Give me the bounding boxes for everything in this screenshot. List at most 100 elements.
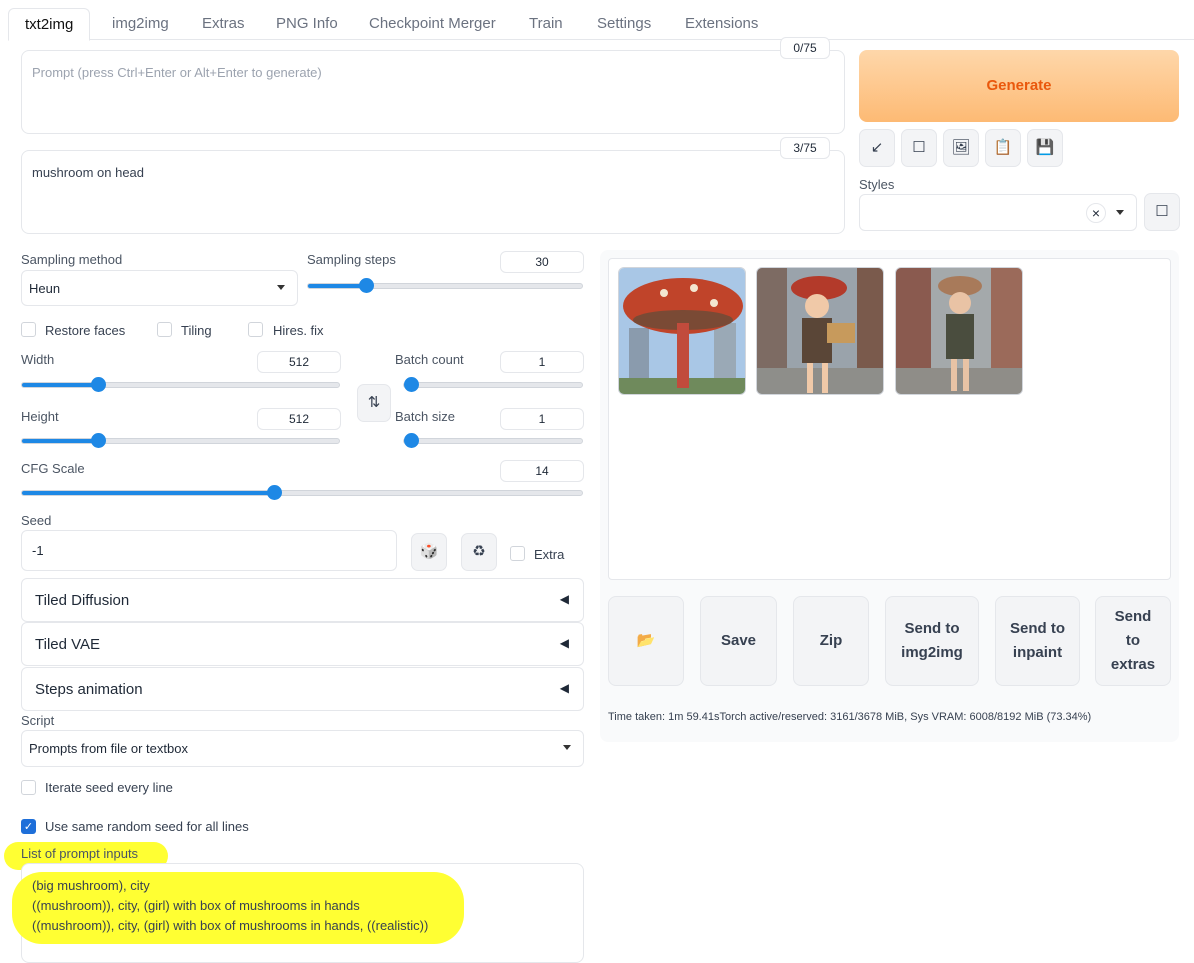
script-value: Prompts from file or textbox — [29, 741, 188, 756]
height-slider[interactable] — [21, 433, 340, 448]
hires-fix-checkbox[interactable] — [248, 322, 263, 337]
prompt-line: (big mushroom), city — [32, 878, 150, 893]
slider-thumb[interactable] — [358, 278, 374, 293]
slider-thumb[interactable] — [404, 433, 419, 448]
generate-button[interactable]: Generate — [859, 50, 1179, 122]
dice-icon: 🎲 — [419, 543, 439, 560]
styles-dropdown[interactable]: × — [859, 194, 1137, 231]
extra-seed-checkbox[interactable] — [510, 546, 525, 561]
sampling-method-label: Sampling method — [21, 252, 123, 267]
extra-seed-label: Extra — [534, 547, 565, 562]
batch-size-slider[interactable] — [403, 433, 583, 448]
swap-dimensions-button[interactable]: ⇅ — [357, 384, 391, 422]
prompt-line: ((mushroom)), city, (girl) with box of m… — [32, 918, 429, 933]
sampling-method-dropdown[interactable]: Heun — [21, 270, 298, 306]
square-icon: ☐ — [1155, 203, 1169, 220]
accordion-title: Tiled VAE — [35, 636, 101, 653]
restore-faces-checkbox[interactable] — [21, 322, 36, 337]
reuse-seed-button[interactable]: ♻ — [461, 533, 497, 571]
tab-txt2img[interactable]: txt2img — [8, 8, 91, 41]
swap-icon: ⇅ — [367, 394, 381, 411]
gallery-image-mushroom-city[interactable] — [618, 267, 746, 395]
accordion-title: Steps animation — [35, 681, 143, 698]
iterate-seed-label: Iterate seed every line — [45, 780, 173, 795]
prompt-line: ((mushroom)), city, (girl) with box of m… — [32, 898, 360, 913]
batch-count-slider[interactable] — [403, 377, 583, 392]
width-label: Width — [21, 352, 55, 367]
script-label: Script — [21, 713, 55, 728]
chevron-down-icon — [277, 285, 285, 290]
same-seed-checkbox[interactable]: ✓ — [21, 819, 36, 834]
save-button[interactable]: Save — [700, 596, 777, 686]
batch-count-label: Batch count — [395, 352, 464, 367]
save-icon: 💾 — [1035, 139, 1055, 156]
read-params-button[interactable]: ↙ — [859, 129, 895, 167]
seed-input[interactable]: -1 — [21, 530, 397, 571]
clear-icon[interactable]: × — [1086, 203, 1106, 223]
iterate-seed-checkbox[interactable] — [21, 780, 36, 795]
negative-prompt-input[interactable]: mushroom on head — [21, 150, 845, 234]
chevron-down-icon — [563, 745, 571, 750]
tab-checkpoint-merger[interactable]: Checkpoint Merger — [367, 8, 498, 40]
slider-thumb[interactable] — [267, 485, 282, 500]
hires-fix-label: Hires. fix — [273, 323, 324, 338]
accordion-title: Tiled Diffusion — [35, 592, 130, 609]
square-icon: ☐ — [912, 139, 926, 156]
triangle-left-icon: ◀ — [559, 681, 569, 695]
prompt-input[interactable]: Prompt (press Ctrl+Enter or Alt+Enter to… — [21, 50, 845, 134]
batch-size-input[interactable]: 1 — [500, 408, 584, 430]
sampling-method-value: Heun — [29, 281, 61, 296]
negative-prompt-token-counter: 3/75 — [780, 137, 830, 159]
gallery-image-girl-1[interactable] — [756, 267, 884, 395]
open-folder-button[interactable]: 📂 — [608, 596, 684, 686]
slider-thumb[interactable] — [91, 433, 107, 448]
apply-style-button[interactable]: 📋 — [985, 129, 1021, 167]
sampling-steps-input[interactable]: 30 — [500, 251, 584, 273]
styles-label: Styles — [859, 177, 895, 192]
height-input[interactable]: 512 — [257, 408, 341, 430]
cfg-scale-slider[interactable] — [21, 485, 583, 500]
zip-button[interactable]: Zip — [793, 596, 869, 686]
accordion-steps-animation[interactable]: Steps animation ◀ — [21, 667, 584, 711]
tab-settings[interactable]: Settings — [595, 8, 653, 40]
tab-extensions[interactable]: Extensions — [683, 8, 760, 40]
prompt-token-counter: 0/75 — [780, 37, 830, 59]
same-seed-label: Use same random seed for all lines — [45, 819, 249, 834]
seed-label: Seed — [21, 513, 52, 528]
gallery-image-girl-2[interactable] — [895, 267, 1023, 395]
save-style-button[interactable]: 💾 — [1027, 129, 1063, 167]
slider-thumb[interactable] — [91, 377, 107, 392]
picture-icon: 🖼 — [951, 139, 971, 156]
tab-img2img[interactable]: img2img — [110, 8, 171, 40]
accordion-tiled-diffusion[interactable]: Tiled Diffusion ◀ — [21, 578, 584, 622]
script-dropdown[interactable]: Prompts from file or textbox — [21, 730, 584, 767]
extra-networks-button[interactable]: 🖼 — [943, 129, 979, 167]
clear-prompt-button[interactable]: ☐ — [901, 129, 937, 167]
refresh-styles-button[interactable]: ☐ — [1144, 193, 1180, 231]
chevron-down-icon — [1116, 210, 1124, 215]
prompt-inputs-text: (big mushroom), city ((mushroom)), city,… — [32, 876, 428, 936]
accordion-tiled-vae[interactable]: Tiled VAE ◀ — [21, 622, 584, 666]
cfg-scale-label: CFG Scale — [21, 461, 85, 476]
tiling-checkbox[interactable] — [157, 322, 172, 337]
send-to-img2img-button[interactable]: Send to img2img — [885, 596, 979, 686]
width-input[interactable]: 512 — [257, 351, 341, 373]
slider-fill — [22, 383, 99, 387]
tab-png-info[interactable]: PNG Info — [274, 8, 340, 40]
slider-thumb[interactable] — [404, 377, 419, 392]
recycle-icon: ♻ — [472, 543, 486, 560]
send-to-extras-button[interactable]: Send to extras — [1095, 596, 1171, 686]
tab-train[interactable]: Train — [527, 8, 565, 40]
batch-count-input[interactable]: 1 — [500, 351, 584, 373]
triangle-left-icon: ◀ — [559, 636, 569, 650]
send-to-inpaint-button[interactable]: Send to inpaint — [995, 596, 1080, 686]
clipboard-icon: 📋 — [993, 139, 1013, 156]
prompt-inputs-label: List of prompt inputs — [21, 846, 139, 861]
random-seed-button[interactable]: 🎲 — [411, 533, 447, 571]
batch-size-label: Batch size — [395, 409, 455, 424]
tab-extras[interactable]: Extras — [200, 8, 247, 40]
width-slider[interactable] — [21, 377, 340, 392]
tab-bar: txt2img img2img Extras PNG Info Checkpoi… — [8, 8, 1194, 41]
cfg-scale-input[interactable]: 14 — [500, 460, 584, 482]
sampling-steps-slider[interactable] — [307, 278, 583, 293]
